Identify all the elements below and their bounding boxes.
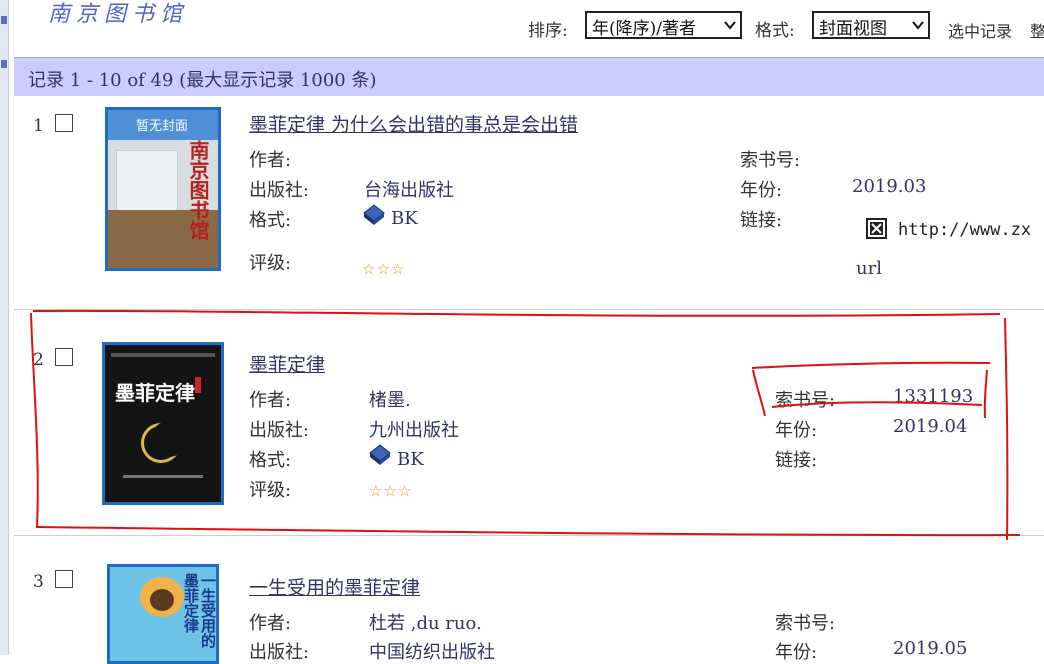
rating-stars: ☆☆☆ [369,482,413,500]
format-label: 格式: [249,210,292,231]
left-frame-strip [0,0,9,655]
format-label: 格式: [249,450,292,471]
sort-select[interactable]: 年(降序)/著者 [585,11,742,39]
year-label: 年份: [775,420,818,441]
annotation-small-box-right [983,369,988,419]
cover-moon-shadow [151,421,187,457]
sort-select-value: 年(降序)/著者 [592,19,696,39]
format-select-value: 封面视图 [819,19,887,39]
overflow-link[interactable]: 整 [1030,18,1044,42]
cover-sloth [150,589,174,611]
selected-records-link[interactable]: 选中记录 [948,18,1012,42]
author-label: 作者: [249,613,292,634]
call-number-label: 索书号: [740,150,801,171]
link-label: 链接: [775,450,818,471]
publisher-label: 出版社: [249,180,310,201]
year-label: 年份: [775,642,818,663]
record-title-link[interactable]: 墨菲定律 为什么会出错的事总是会出错 [249,110,578,137]
cover-red-tag [195,377,201,393]
record-separator [14,309,1044,310]
call-number-label: 索书号: [775,613,836,634]
cover-title: 墨菲定律 [115,381,195,405]
link-type: url [856,258,882,279]
annotation-box-right [1004,317,1009,541]
annotation-box-left [30,312,39,529]
annotation-small-box-left [752,369,766,417]
results-header: 记录 1 - 10 of 49 (最大显示记录 1000 条) [14,57,1044,96]
author-label: 作者: [249,150,292,171]
frame-marker [1,60,7,68]
record-checkbox[interactable] [55,114,73,132]
author-label: 作者: [249,390,292,411]
publisher-value: 台海出版社 [364,180,454,201]
author-value: 杜若 ,du ruo. [369,613,482,634]
year-value: 2019.03 [852,176,927,197]
format-label: 格式: [755,21,795,41]
cover-top-line [111,353,215,357]
cover-subtitle-line [123,475,203,478]
call-number-value: 1331193 [893,386,974,407]
publisher-value: 九州出版社 [369,420,459,441]
link-url[interactable]: http://www.zx [898,220,1031,240]
record-title-link[interactable]: 墨菲定律 [249,350,325,377]
book-format-icon [363,204,385,225]
record-checkbox[interactable] [55,570,73,588]
format-select[interactable]: 封面视图 [812,11,930,39]
format-value: BK [391,208,418,229]
book-cover[interactable]: 暂无封面 南京图书馆 [105,107,221,271]
year-label: 年份: [740,180,783,201]
chevron-down-icon [912,21,924,30]
publisher-label: 出版社: [249,642,310,663]
frame-marker [1,16,7,24]
format-value: BK [397,449,424,470]
link-label: 链接: [740,210,783,231]
year-value: 2019.04 [893,416,968,437]
red-annotation-overlay [30,309,1021,541]
cover-logo-text: 南京图书馆 [186,140,210,240]
chevron-down-icon [724,21,736,30]
publisher-label: 出版社: [249,420,310,441]
sort-label: 排序: [528,21,568,41]
author-value: 楮墨. [369,390,411,411]
rating-label: 评级: [249,480,292,501]
record-separator [14,535,1044,536]
no-cover-label: 暂无封面 [136,119,189,134]
annotation-small-box-top [751,361,991,369]
rating-label: 评级: [249,253,292,274]
book-cover[interactable]: 墨菲定律 [102,342,224,505]
call-number-label: 索书号: [775,390,836,411]
rating-stars: ☆☆☆ [362,260,406,278]
record-number: 2 [33,350,44,370]
publisher-value: 中国纺织出版社 [369,642,495,663]
library-logo: 南京图书馆 [48,2,189,27]
cover-building [116,150,178,212]
results-summary: 记录 1 - 10 of 49 (最大显示记录 1000 条) [28,70,377,91]
record-checkbox[interactable] [55,348,73,366]
book-cover[interactable]: 一生受用的墨菲定律 [107,564,219,664]
record-number: 1 [33,116,44,136]
cover-title: 一生受用的墨菲定律 [182,573,217,648]
record-number: 3 [33,572,44,592]
record-title-link[interactable]: 一生受用的墨菲定律 [249,573,420,600]
annotation-box-bottom [36,526,1021,537]
year-value: 2019.05 [893,638,968,659]
annotation-box-top [32,309,1001,317]
book-format-icon [369,444,391,465]
broken-image-icon [866,218,887,239]
